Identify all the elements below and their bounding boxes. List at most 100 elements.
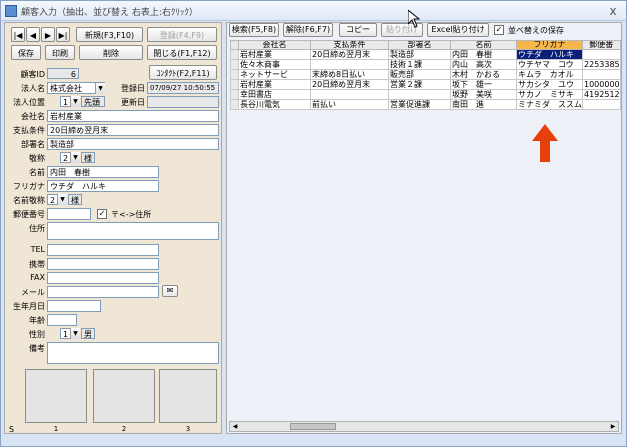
grid-cell[interactable]: ネットサービ [238, 69, 311, 80]
grid-cell[interactable]: 木村 かおる [450, 69, 517, 80]
scroll-thumb[interactable] [290, 423, 336, 430]
grid-cell[interactable]: 坂下 雄一 [450, 79, 517, 90]
grid-header-cell[interactable]: 名前 [450, 40, 517, 50]
grid-cell[interactable]: 営業促進課 [388, 99, 451, 110]
grid-cell[interactable]: 営業２課 [388, 79, 451, 90]
row-selector[interactable] [230, 89, 239, 100]
zip-addr-checkbox[interactable]: ✓ [97, 209, 107, 219]
grid-cell[interactable]: 内田 春樹 [450, 49, 517, 60]
birth-field[interactable] [47, 300, 101, 312]
notes-field[interactable] [47, 342, 219, 364]
mobile-field[interactable] [47, 258, 159, 270]
grid-cell[interactable] [582, 99, 621, 110]
save-sort-checkbox[interactable]: ✓ [494, 25, 504, 35]
chevron-down-icon[interactable]: ▼ [70, 96, 80, 107]
grid-cell[interactable]: 内山 高次 [450, 59, 517, 70]
chevron-down-icon[interactable]: ▼ [57, 194, 67, 205]
print-button[interactable]: 印刷 [45, 45, 75, 60]
grid-cell[interactable]: サカシタ ユウ [516, 79, 583, 90]
close-icon[interactable]: x [605, 3, 621, 19]
grid-cell[interactable]: 前払い [310, 99, 389, 110]
grid-cell[interactable]: キムラ カオル [516, 69, 583, 80]
grid-header-cell[interactable]: 会社名 [238, 40, 311, 50]
grid-cell[interactable]: 技術１課 [388, 59, 451, 70]
grid-cell[interactable]: 1000000 [582, 79, 621, 90]
scroll-right-icon[interactable]: ▶ [608, 422, 618, 431]
payment-field[interactable]: 20日締め翌月末 [47, 124, 219, 136]
grid-cell[interactable]: 末締め8日払い [310, 69, 389, 80]
grid-cell[interactable]: ミナミダ ススム [516, 99, 583, 110]
grid-cell[interactable]: 20日締め翌月末 [310, 49, 389, 60]
next-record-button[interactable]: ▶ [41, 27, 55, 42]
grid-cell[interactable]: 2253385 [582, 59, 621, 70]
row-selector[interactable] [230, 69, 239, 80]
register-button[interactable]: 登録(F4,F9) [147, 27, 217, 42]
table-row[interactable]: 幸田書店 坂野 美咲 サカノ ミサキ 4192512 [230, 89, 621, 100]
fax-field[interactable] [47, 272, 159, 284]
grid-cell[interactable]: 佐々木商事 [238, 59, 311, 70]
table-row[interactable]: 佐々木商事 技術１課 内山 高次 ウチヤマ コウ 2253385 [230, 59, 621, 70]
table-row[interactable]: 長谷川電気 前払い 営業促進課 南田 進ミナミダ ススム [230, 99, 621, 110]
excel-paste-button[interactable]: Excel貼り付け [427, 23, 489, 37]
chevron-down-icon[interactable]: ▼ [70, 328, 80, 339]
save-button[interactable]: 保存 [11, 45, 41, 60]
grid-header-cell[interactable]: フリガナ [516, 40, 583, 50]
scroll-left-icon[interactable]: ◀ [230, 422, 240, 431]
grid-cell[interactable] [310, 59, 389, 70]
grid-cell[interactable]: 20日締め翌月末 [310, 79, 389, 90]
close-button[interactable]: 閉じる(F1,F12) [147, 45, 217, 60]
kana-field[interactable]: ウチダ ハルキ [47, 180, 159, 192]
grid-cell[interactable]: 販売部 [388, 69, 451, 80]
address-field[interactable] [47, 222, 219, 240]
grid-corner[interactable] [230, 40, 239, 50]
corp-name-label: 法人名 [21, 84, 45, 93]
grid-cell[interactable]: 坂野 美咲 [450, 89, 517, 100]
search-button[interactable]: 検索(F5,F8) [229, 23, 279, 37]
grid-header-cell[interactable]: 支払条件 [310, 40, 389, 50]
zip-field[interactable] [47, 208, 91, 220]
mail-field[interactable] [47, 286, 159, 298]
delete-button[interactable]: 削除 [79, 45, 143, 60]
photo-slot-2[interactable] [93, 369, 155, 423]
row-selector[interactable] [230, 59, 239, 70]
release-button[interactable]: 解除(F6,F7) [283, 23, 333, 37]
mail-icon[interactable]: ✉ [162, 285, 178, 297]
new-button[interactable]: 新規(F3,F10) [76, 27, 143, 42]
grid-cell[interactable]: 岩村産業 [238, 49, 311, 60]
row-selector[interactable] [230, 79, 239, 90]
grid-cell[interactable]: 長谷川電気 [238, 99, 311, 110]
grid-cell[interactable]: 4192512 [582, 89, 621, 100]
grid-cell[interactable]: 南田 進 [450, 99, 517, 110]
grid-cell[interactable]: サカノ ミサキ [516, 89, 583, 100]
table-row[interactable]: ネットサービ 末締め8日払い 販売部 木村 かおる キムラ カオル [230, 69, 621, 80]
prev-record-button[interactable]: ◀ [26, 27, 40, 42]
grid-header-cell[interactable]: 郵便番 [582, 40, 621, 50]
grid-header-cell[interactable]: 部署名 [388, 40, 451, 50]
photo-slot-3[interactable] [159, 369, 217, 423]
grid-cell[interactable] [582, 69, 621, 80]
dept-field[interactable]: 製造部 [47, 138, 219, 150]
chevron-down-icon[interactable]: ▼ [95, 83, 105, 94]
grid-cell[interactable]: 製造部 [388, 49, 451, 60]
tel-field[interactable] [47, 244, 159, 256]
grid-cell[interactable]: ウチダ ハルキ [516, 49, 583, 60]
grid-cell[interactable] [310, 89, 389, 100]
grid-cell[interactable]: ウチヤマ コウ [516, 59, 583, 70]
horizontal-scrollbar[interactable]: ◀ ▶ [229, 421, 619, 432]
grid-cell[interactable]: 幸田書店 [238, 89, 311, 100]
chevron-down-icon[interactable]: ▼ [70, 152, 80, 163]
row-selector[interactable] [230, 99, 239, 110]
grid-cell[interactable] [582, 49, 621, 60]
first-record-button[interactable]: |◀ [11, 27, 25, 42]
row-selector[interactable] [230, 49, 239, 60]
table-row[interactable]: 岩村産業 20日締め翌月末 営業２課 坂下 雄一 サカシタ ユウ 1000000 [230, 79, 621, 90]
company-field[interactable]: 岩村産業 [47, 110, 219, 122]
copy-button[interactable]: コピー [339, 23, 377, 37]
table-row[interactable]: 岩村産業 20日締め翌月末 製造部 内田 春樹 ウチダ ハルキ [230, 49, 621, 60]
contact-button[interactable]: ｺﾝﾀｸﾄ(F2,F11) [149, 65, 217, 80]
last-record-button[interactable]: ▶| [56, 27, 70, 42]
grid-cell[interactable] [388, 89, 451, 100]
photo-slot-1[interactable] [25, 369, 87, 423]
name-field[interactable]: 内田 春樹 [47, 166, 159, 178]
grid-cell[interactable]: 岩村産業 [238, 79, 311, 90]
